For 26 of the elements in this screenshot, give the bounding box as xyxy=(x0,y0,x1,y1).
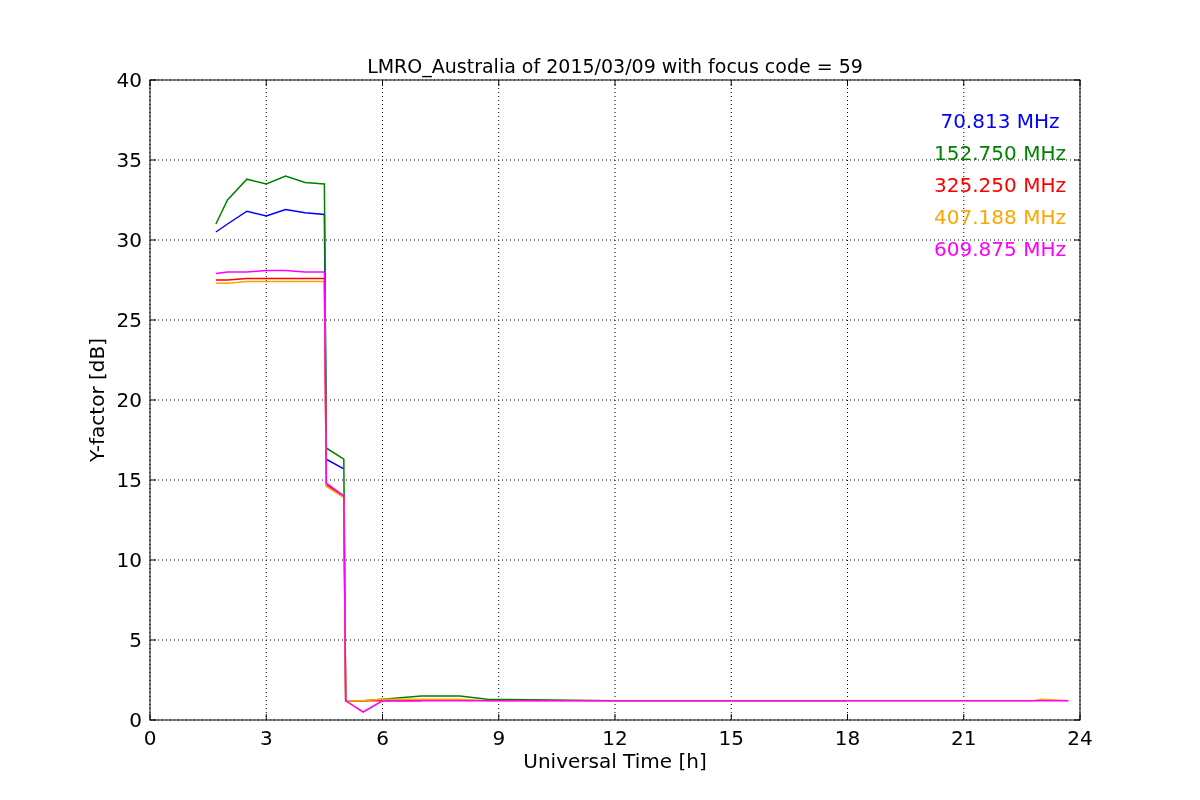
y-tick-label: 15 xyxy=(116,468,142,492)
x-tick-label: 15 xyxy=(718,726,744,750)
legend-label: 325.250 MHz xyxy=(934,173,1066,197)
legend-label: 70.813 MHz xyxy=(940,109,1060,133)
legend-label: 152.750 MHz xyxy=(934,141,1066,165)
y-tick-label: 40 xyxy=(116,68,142,92)
y-tick-label: 25 xyxy=(116,308,142,332)
x-axis-label: Universal Time [h] xyxy=(523,749,707,773)
legend-label: 609.875 MHz xyxy=(934,237,1066,261)
y-tick-label: 30 xyxy=(116,228,142,252)
x-tick-label: 18 xyxy=(834,726,861,750)
y-tick-label: 20 xyxy=(116,388,142,412)
legend-label: 407.188 MHz xyxy=(934,205,1066,229)
y-tick-label: 35 xyxy=(116,148,142,172)
chart-title: LMRO_Australia of 2015/03/09 with focus code = 59 xyxy=(367,55,863,77)
y-axis-label: Y-factor [dB] xyxy=(85,338,109,462)
x-tick-label: 0 xyxy=(143,726,157,750)
x-tick-label: 21 xyxy=(951,726,977,750)
y-tick-label: 10 xyxy=(116,548,142,572)
x-tick-label: 3 xyxy=(259,726,273,750)
x-tick-label: 24 xyxy=(1067,726,1093,750)
x-tick-label: 12 xyxy=(602,726,628,750)
y-tick-label: 0 xyxy=(129,708,142,732)
x-tick-label: 6 xyxy=(376,726,389,750)
x-tick-label: 9 xyxy=(492,726,506,750)
y-tick-label: 5 xyxy=(129,628,142,652)
